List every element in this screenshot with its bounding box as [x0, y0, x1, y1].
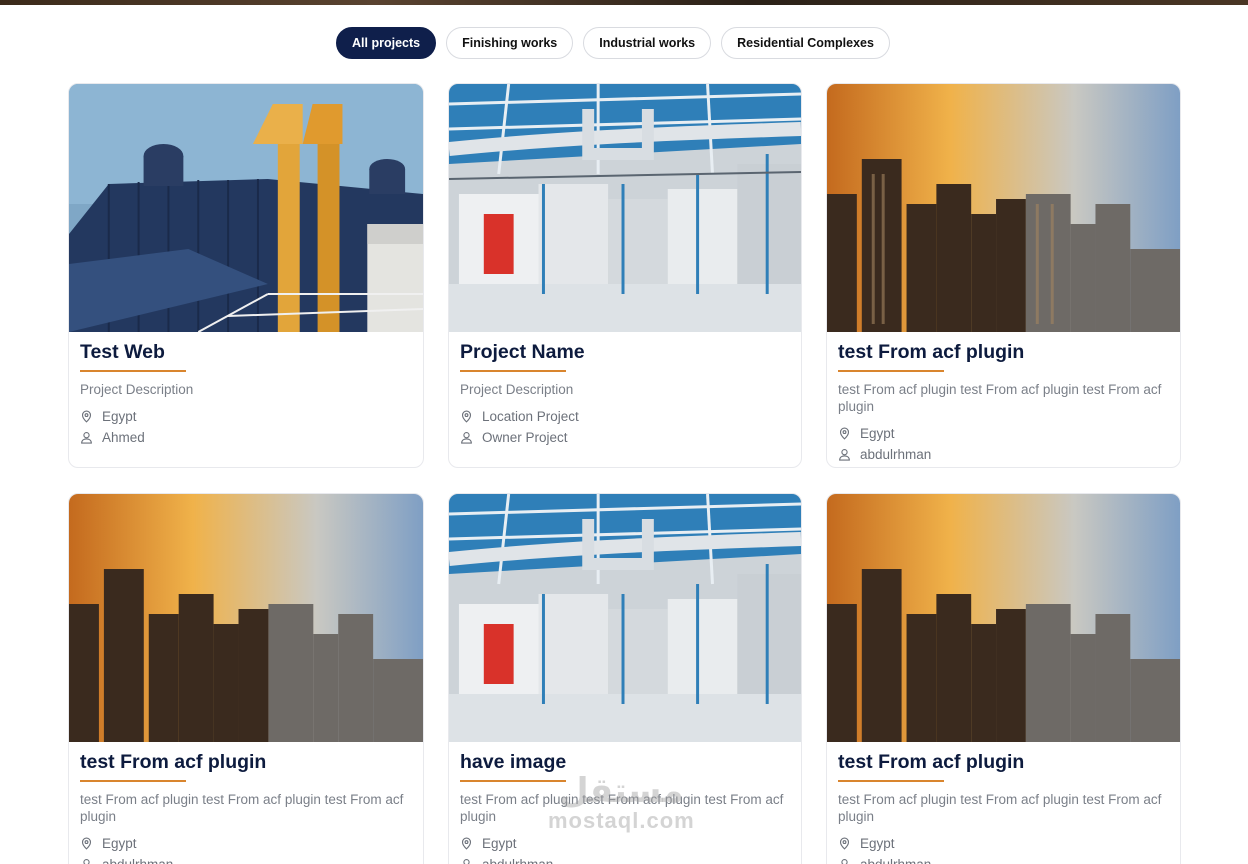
map-pin-icon: [838, 427, 851, 441]
project-card[interactable]: Test Web Project Description Egypt Ahmed: [68, 83, 424, 468]
project-description: Project Description: [80, 382, 194, 398]
project-card[interactable]: test From acf plugin test From acf plugi…: [68, 493, 424, 864]
project-card[interactable]: have image test From acf plugin test Fro…: [448, 493, 802, 864]
project-title[interactable]: Test Web: [80, 341, 412, 364]
map-pin-icon: [80, 837, 93, 851]
project-location: Egypt: [838, 423, 1169, 444]
project-owner: Owner Project: [460, 427, 790, 448]
location-text: Egypt: [860, 836, 895, 852]
title-underline: [460, 780, 566, 783]
project-description: test From acf plugin test From acf plugi…: [460, 792, 784, 825]
project-image-industrial-rooftop[interactable]: [69, 84, 423, 332]
project-title[interactable]: test From acf plugin: [80, 751, 412, 774]
user-icon: [80, 858, 93, 864]
project-card[interactable]: Project Name Project Description Locatio…: [448, 83, 802, 468]
project-owner: abdulrhman: [838, 854, 1169, 864]
location-text: Egypt: [482, 836, 517, 852]
user-icon: [460, 431, 473, 445]
project-location: Location Project: [460, 406, 790, 427]
hero-banner-edge: [0, 0, 1248, 5]
project-location: Egypt: [838, 833, 1169, 854]
location-text: Egypt: [102, 409, 137, 425]
location-text: Egypt: [860, 426, 895, 442]
project-title[interactable]: have image: [460, 751, 790, 774]
project-description: test From acf plugin test From acf plugi…: [838, 382, 1162, 415]
map-pin-icon: [80, 410, 93, 424]
location-text: Location Project: [482, 409, 579, 425]
owner-text: abdulrhman: [860, 447, 932, 463]
project-image-city-skyline[interactable]: [827, 494, 1180, 742]
filter-all-projects[interactable]: All projects: [336, 27, 437, 59]
owner-text: Owner Project: [482, 430, 568, 446]
filter-finishing-works[interactable]: Finishing works: [446, 27, 574, 59]
project-image-city-skyline[interactable]: [69, 494, 423, 742]
project-owner: abdulrhman: [460, 854, 790, 864]
project-location: Egypt: [460, 833, 790, 854]
project-description: test From acf plugin test From acf plugi…: [838, 792, 1162, 825]
project-owner: Ahmed: [80, 427, 412, 448]
project-card[interactable]: test From acf plugin test From acf plugi…: [826, 493, 1181, 864]
project-image-factory-interior[interactable]: [449, 84, 801, 332]
map-pin-icon: [838, 837, 851, 851]
project-location: Egypt: [80, 833, 412, 854]
project-description: test From acf plugin test From acf plugi…: [80, 792, 404, 825]
owner-text: abdulrhman: [860, 857, 931, 864]
user-icon: [460, 858, 473, 864]
project-description: Project Description: [460, 382, 574, 398]
user-icon: [838, 448, 851, 462]
title-underline: [838, 370, 944, 373]
title-underline: [838, 780, 944, 783]
filter-industrial-works[interactable]: Industrial works: [583, 27, 712, 59]
project-card[interactable]: test From acf plugin test From acf plugi…: [826, 83, 1181, 468]
project-image-factory-interior[interactable]: [449, 494, 801, 742]
owner-text: abdulrhman: [102, 857, 173, 864]
project-title[interactable]: test From acf plugin: [838, 341, 1169, 364]
project-title[interactable]: Project Name: [460, 341, 790, 364]
project-owner: abdulrhman: [838, 444, 1169, 465]
map-pin-icon: [460, 837, 473, 851]
projects-grid: Test Web Project Description Egypt Ahmed: [68, 83, 1181, 864]
user-icon: [838, 858, 851, 864]
user-icon: [80, 431, 93, 445]
title-underline: [80, 780, 186, 783]
project-title[interactable]: test From acf plugin: [838, 751, 1169, 774]
project-filter-bar: All projects Finishing works Industrial …: [0, 27, 1248, 59]
location-text: Egypt: [102, 836, 137, 852]
project-image-city-skyline[interactable]: [827, 84, 1180, 332]
filter-residential-complexes[interactable]: Residential Complexes: [721, 27, 890, 59]
owner-text: Ahmed: [102, 430, 145, 446]
owner-text: abdulrhman: [482, 857, 553, 864]
title-underline: [460, 370, 566, 373]
map-pin-icon: [460, 410, 473, 424]
project-owner: abdulrhman: [80, 854, 412, 864]
title-underline: [80, 370, 186, 373]
project-location: Egypt: [80, 406, 412, 427]
